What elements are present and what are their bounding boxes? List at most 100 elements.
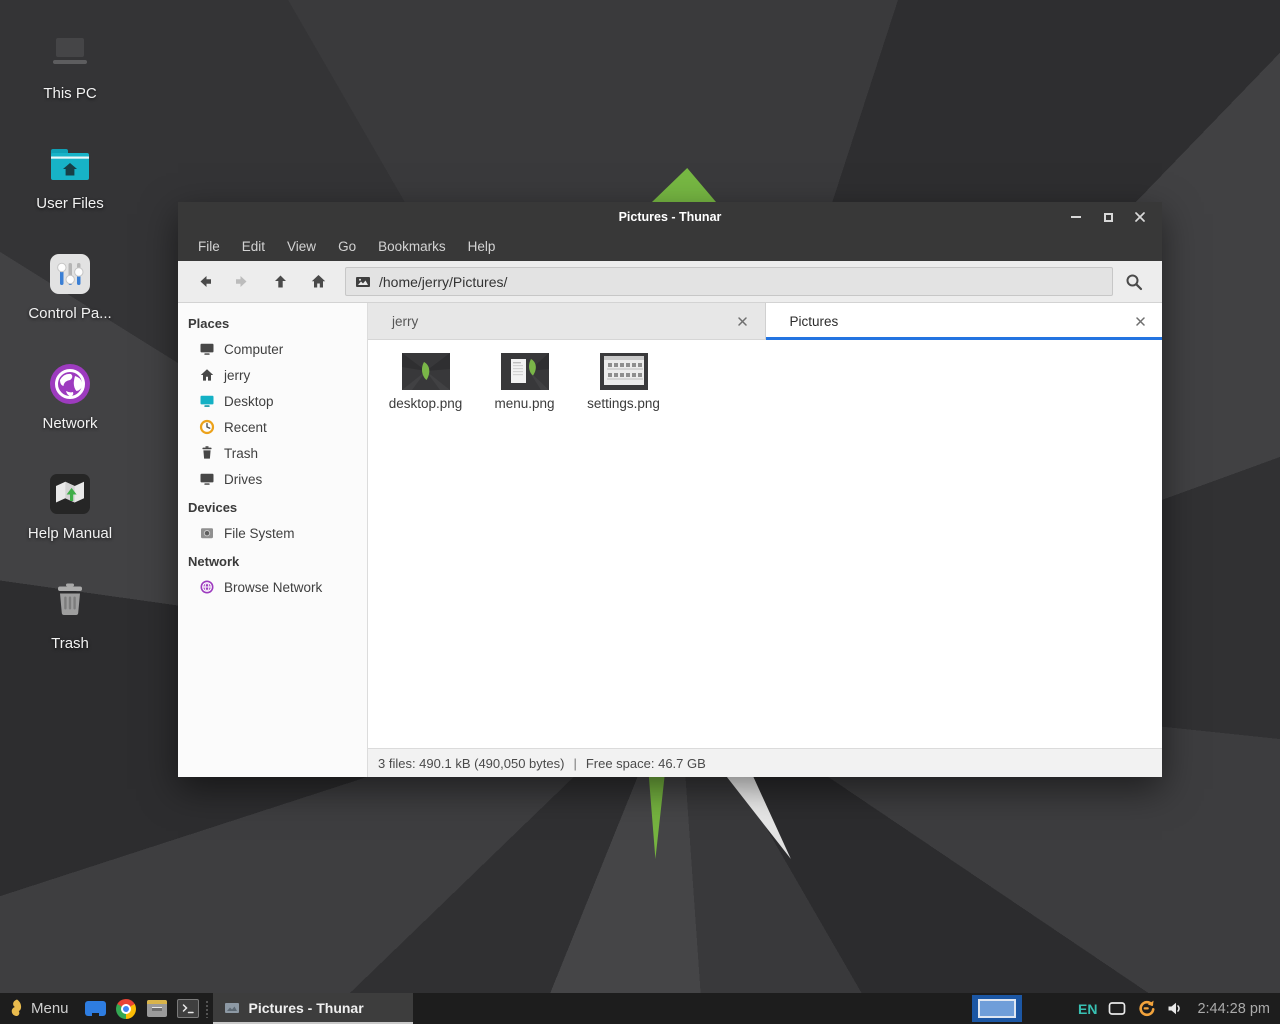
path-input[interactable] bbox=[379, 274, 1103, 290]
menu-button[interactable]: Menu bbox=[0, 993, 80, 1024]
file-system-drive-icon bbox=[199, 525, 215, 541]
menu-go[interactable]: Go bbox=[327, 239, 367, 254]
menu-help[interactable]: Help bbox=[457, 239, 507, 254]
taskbar-window-button[interactable]: Pictures - Thunar bbox=[213, 993, 413, 1024]
file-manager-launcher[interactable] bbox=[142, 993, 173, 1024]
desktop-icon-control-panel[interactable]: Control Pa... bbox=[14, 240, 126, 350]
desktop-icon-user-files[interactable]: User Files bbox=[14, 130, 126, 240]
sidebar-item-label: Computer bbox=[224, 342, 283, 357]
menu-button-label: Menu bbox=[31, 1000, 69, 1017]
sidebar-item-browse-network[interactable]: Browse Network bbox=[178, 574, 367, 600]
file-cabinet-icon bbox=[147, 1000, 167, 1017]
keyboard-layout-indicator[interactable]: EN bbox=[1078, 1001, 1097, 1017]
browser-launcher[interactable] bbox=[111, 993, 142, 1024]
status-files-text: 3 files: 490.1 kB (490,050 bytes) bbox=[378, 756, 564, 771]
tab-label: jerry bbox=[392, 314, 734, 329]
display-tray-icon[interactable] bbox=[1108, 1001, 1126, 1016]
window-title: Pictures - Thunar bbox=[178, 210, 1162, 224]
file-view[interactable]: desktop.png menu.png bbox=[368, 340, 1162, 748]
sidebar-header-network: Network bbox=[178, 546, 367, 574]
chrome-icon bbox=[116, 999, 136, 1019]
close-icon bbox=[1135, 316, 1146, 327]
sidebar-item-file-system[interactable]: File System bbox=[178, 520, 367, 546]
tasklist-handle[interactable] bbox=[205, 1000, 210, 1018]
update-manager-icon[interactable] bbox=[1137, 999, 1156, 1018]
file-item[interactable]: menu.png bbox=[475, 353, 574, 411]
show-desktop-icon bbox=[85, 1001, 106, 1016]
sidebar-item-trash[interactable]: Trash bbox=[178, 440, 367, 466]
sidebar-item-desktop[interactable]: Desktop bbox=[178, 388, 367, 414]
image-thumbnail bbox=[402, 353, 450, 390]
clock[interactable]: 2:44:28 pm bbox=[1197, 1001, 1270, 1017]
show-desktop-launcher[interactable] bbox=[80, 993, 111, 1024]
menu-edit[interactable]: Edit bbox=[231, 239, 276, 254]
home-icon bbox=[199, 367, 215, 383]
image-thumbnail bbox=[501, 353, 549, 390]
sidebar-item-label: Recent bbox=[224, 420, 267, 435]
desktop-icon-help-manual[interactable]: Help Manual bbox=[14, 460, 126, 570]
close-button[interactable] bbox=[1124, 202, 1156, 232]
desktop-icon-label: Help Manual bbox=[28, 525, 112, 542]
wallpaper-white-shard bbox=[716, 777, 794, 859]
up-button[interactable] bbox=[261, 265, 299, 299]
volume-icon[interactable] bbox=[1167, 1001, 1183, 1016]
file-name: menu.png bbox=[494, 396, 554, 411]
image-thumbnail bbox=[600, 353, 648, 390]
sidebar-item-label: File System bbox=[224, 526, 295, 541]
maximize-icon bbox=[1104, 213, 1113, 222]
desktop-icon-label: Control Pa... bbox=[28, 305, 111, 322]
tab-close-button[interactable] bbox=[1131, 313, 1149, 331]
tab-bar: jerry Pictures bbox=[368, 303, 1162, 340]
tab-close-button[interactable] bbox=[734, 312, 752, 330]
status-divider: | bbox=[573, 756, 576, 771]
file-item[interactable]: desktop.png bbox=[376, 353, 475, 411]
file-item[interactable]: settings.png bbox=[574, 353, 673, 411]
search-icon bbox=[1125, 273, 1143, 291]
up-icon bbox=[272, 273, 289, 290]
path-bar[interactable] bbox=[345, 267, 1113, 296]
back-icon bbox=[196, 273, 213, 290]
forward-button[interactable] bbox=[223, 265, 261, 299]
desktop-icon-trash[interactable]: Trash bbox=[14, 570, 126, 680]
sidebar-header-places: Places bbox=[178, 308, 367, 336]
back-button[interactable] bbox=[185, 265, 223, 299]
sidebar: Places Computer jerry Desktop bbox=[178, 303, 368, 777]
desktop-icon-label: Trash bbox=[51, 635, 89, 652]
desktop-icon-label: This PC bbox=[43, 85, 96, 102]
minimize-icon bbox=[1071, 216, 1081, 218]
taskbar-window-label: Pictures - Thunar bbox=[249, 1000, 364, 1016]
terminal-icon bbox=[177, 999, 199, 1018]
sidebar-item-computer[interactable]: Computer bbox=[178, 336, 367, 362]
browse-network-globe-icon bbox=[199, 579, 215, 595]
tab-jerry[interactable]: jerry bbox=[368, 303, 766, 340]
workspace-1[interactable] bbox=[978, 999, 1016, 1018]
minimize-button[interactable] bbox=[1060, 202, 1092, 232]
image-window-icon bbox=[224, 1000, 240, 1016]
status-free-space-text: Free space: 46.7 GB bbox=[586, 756, 706, 771]
menu-file[interactable]: File bbox=[187, 239, 231, 254]
sidebar-item-drives[interactable]: Drives bbox=[178, 466, 367, 492]
taskbar: Menu Pictures - Thunar EN bbox=[0, 993, 1280, 1024]
home-icon bbox=[310, 273, 327, 290]
forward-icon bbox=[234, 273, 251, 290]
desktop-icon-network[interactable]: Network bbox=[14, 350, 126, 460]
maximize-button[interactable] bbox=[1092, 202, 1124, 232]
system-tray: EN 2:44:28 pm bbox=[1078, 999, 1280, 1018]
mint-menu-icon bbox=[9, 999, 23, 1018]
sidebar-item-label: Browse Network bbox=[224, 580, 322, 595]
menu-bookmarks[interactable]: Bookmarks bbox=[367, 239, 457, 254]
tab-pictures[interactable]: Pictures bbox=[766, 303, 1163, 340]
search-button[interactable] bbox=[1113, 265, 1155, 299]
workspace-switcher[interactable] bbox=[972, 995, 1022, 1022]
sidebar-item-home[interactable]: jerry bbox=[178, 362, 367, 388]
menu-view[interactable]: View bbox=[276, 239, 327, 254]
sidebar-item-recent[interactable]: Recent bbox=[178, 414, 367, 440]
wallpaper-leaf-stem bbox=[645, 777, 671, 859]
titlebar[interactable]: Pictures - Thunar bbox=[178, 202, 1162, 232]
wallpaper-leaf-tip bbox=[652, 168, 716, 202]
terminal-launcher[interactable] bbox=[173, 993, 204, 1024]
desktop-icon-this-pc[interactable]: This PC bbox=[14, 20, 126, 130]
help-manual-icon bbox=[48, 470, 92, 518]
home-button[interactable] bbox=[299, 265, 337, 299]
computer-icon bbox=[47, 30, 93, 78]
